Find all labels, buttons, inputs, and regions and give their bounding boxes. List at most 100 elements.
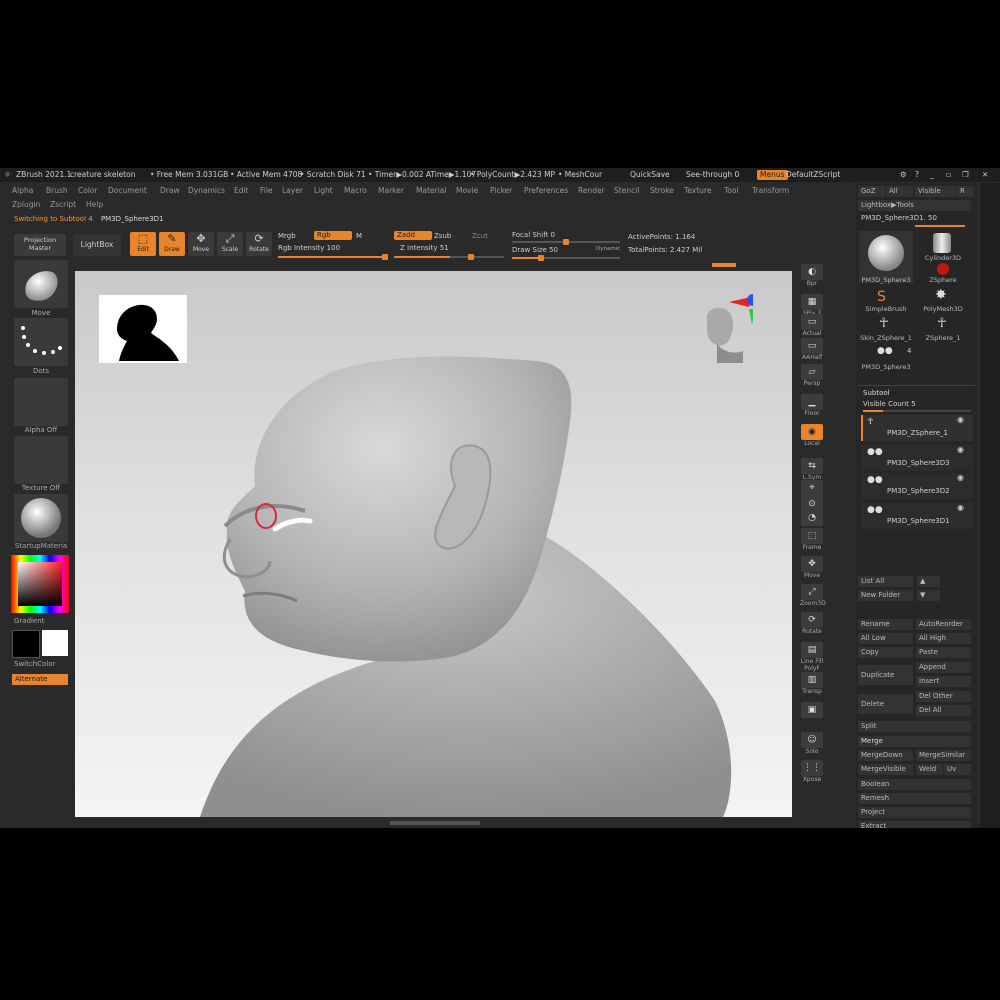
switch-color-button[interactable]: SwitchColor xyxy=(14,660,68,668)
secondary-color-swatch[interactable] xyxy=(42,630,68,656)
auto-reorder-button[interactable]: AutoReorder xyxy=(916,619,971,630)
visible-button[interactable]: Visible xyxy=(915,186,956,197)
rgb-button[interactable]: Rgb xyxy=(314,231,352,240)
alpha-thumb[interactable] xyxy=(14,378,68,426)
visible-count-slider[interactable] xyxy=(863,410,971,412)
append-button[interactable]: Append xyxy=(916,662,971,673)
shelf-button-14[interactable]: ⟳ Rotate xyxy=(800,612,824,635)
paste-button[interactable]: Paste xyxy=(916,647,971,658)
shelf-button-6[interactable]: ◉ Local xyxy=(800,424,824,447)
menu-layer[interactable]: Layer xyxy=(282,186,303,196)
lightbox-tools-button[interactable]: Lightbox▶Tools xyxy=(858,200,971,211)
shelf-button-5[interactable]: ▁ Floor xyxy=(800,394,824,417)
subtool-row[interactable]: ☥ ◉ PM3D_ZSphere_1 xyxy=(861,415,973,441)
zcut-button[interactable]: Zcut xyxy=(472,232,488,241)
edit-button[interactable]: ⬚ Edit xyxy=(130,232,156,256)
menu-movie[interactable]: Movie xyxy=(456,186,478,196)
new-folder-button[interactable]: New Folder xyxy=(858,590,913,601)
insert-button[interactable]: Insert xyxy=(916,676,971,687)
move-brush-thumb[interactable] xyxy=(14,260,68,308)
menu-material[interactable]: Material xyxy=(416,186,446,196)
menu-stencil[interactable]: Stencil xyxy=(614,186,639,196)
menu-tool[interactable]: Tool xyxy=(724,186,739,196)
default-zscript[interactable]: DefaultZScript xyxy=(786,170,840,180)
copy-button[interactable]: Copy xyxy=(858,647,913,658)
r-button[interactable]: R xyxy=(957,186,974,197)
menu-alpha[interactable]: Alpha xyxy=(12,186,33,196)
menu-brush[interactable]: Brush xyxy=(46,186,68,196)
quicksave-button[interactable]: QuickSave xyxy=(630,170,670,180)
scroll-handle[interactable] xyxy=(712,263,736,267)
tool-slider[interactable] xyxy=(915,225,965,227)
mrgb-button[interactable]: Mrgb xyxy=(278,232,296,241)
menus-button[interactable]: Menus xyxy=(757,170,788,180)
menu-preferences[interactable]: Preferences xyxy=(524,186,568,196)
split-section[interactable]: Split xyxy=(858,721,971,732)
zsphere1-icon[interactable]: ☥ xyxy=(937,316,947,331)
shelf-button-12[interactable]: ✥ Move xyxy=(800,556,824,579)
shelf-button-4[interactable]: ▱ Persp xyxy=(800,364,824,387)
menu-transform[interactable]: Transform xyxy=(752,186,789,196)
layout-icon[interactable]: ⚙ xyxy=(900,170,907,180)
menu-render[interactable]: Render xyxy=(578,186,605,196)
menu-marker[interactable]: Marker xyxy=(378,186,404,196)
menu-zscript[interactable]: Zscript xyxy=(50,200,76,210)
simplebrush-icon[interactable]: S xyxy=(877,289,886,305)
shelf-button-3[interactable]: ▭ AAHalf xyxy=(800,338,824,361)
menu-macro[interactable]: Macro xyxy=(344,186,367,196)
weld-button[interactable]: Weld xyxy=(916,764,943,775)
menu-document[interactable]: Document xyxy=(108,186,147,196)
all-low-button[interactable]: All Low xyxy=(858,633,913,644)
project-section[interactable]: Project xyxy=(858,807,971,818)
texture-thumb[interactable] xyxy=(14,436,68,484)
boolean-section[interactable]: Boolean xyxy=(858,779,971,790)
z-intensity-slider[interactable] xyxy=(394,254,504,260)
stroke-thumb[interactable] xyxy=(14,318,68,366)
subtool-dots-icon[interactable]: ●● xyxy=(877,346,893,356)
shelf-button-16[interactable]: ▥ Transp xyxy=(800,672,824,695)
menu-stroke[interactable]: Stroke xyxy=(650,186,674,196)
menu-picker[interactable]: Picker xyxy=(490,186,512,196)
del-all-button[interactable]: Del All xyxy=(916,705,971,716)
menu-draw[interactable]: Draw xyxy=(160,186,180,196)
eye-icon[interactable]: ◉ xyxy=(957,473,964,482)
projection-master-button[interactable]: Projection Master xyxy=(14,234,66,256)
draw-button[interactable]: ✎ Draw xyxy=(159,232,185,256)
uv-button[interactable]: Uv xyxy=(944,764,971,775)
eye-icon[interactable]: ◉ xyxy=(957,503,964,512)
minimize-icon[interactable]: _ xyxy=(930,170,934,180)
shelf-button-10[interactable]: ◔ xyxy=(800,510,824,526)
menu-edit[interactable]: Edit xyxy=(234,186,249,196)
scale-button[interactable]: ⤢ Scale xyxy=(217,232,243,256)
merge-down-button[interactable]: MergeDown xyxy=(858,750,913,761)
restore-icon[interactable]: ▫ xyxy=(946,170,951,180)
material-thumb[interactable] xyxy=(14,494,68,542)
arrow-down-icon[interactable]: ▼ xyxy=(917,590,940,601)
maximize-icon[interactable]: ❐ xyxy=(962,170,969,180)
extract-section[interactable]: Extract xyxy=(858,821,971,828)
lightbox-button[interactable]: LightBox xyxy=(73,234,121,256)
shelf-button-18[interactable]: ☺ Solo xyxy=(800,732,824,755)
close-icon[interactable]: ✕ xyxy=(982,170,988,180)
rename-button[interactable]: Rename xyxy=(858,619,913,630)
see-through-slider[interactable]: See-through 0 xyxy=(686,170,739,180)
m-button[interactable]: M xyxy=(356,232,362,241)
polymesh-icon[interactable]: ✸ xyxy=(935,287,947,303)
move-button[interactable]: ✥ Move xyxy=(188,232,214,256)
eye-icon[interactable]: ◉ xyxy=(957,445,964,454)
shelf-button-0[interactable]: ◐ Bpr xyxy=(800,264,824,287)
menu-help[interactable]: Help xyxy=(86,200,103,210)
shelf-button-15[interactable]: ▤ Line Fill PolyF xyxy=(800,642,824,672)
zsphere-icon[interactable] xyxy=(937,263,949,275)
zsub-button[interactable]: Zsub xyxy=(434,232,451,241)
subtool-row[interactable]: ●● ◉ PM3D_Sphere3D2 xyxy=(861,473,973,499)
rotate-button[interactable]: ⟳ Rotate xyxy=(246,232,272,256)
menu-dynamics[interactable]: Dynamics xyxy=(188,186,225,196)
merge-similar-button[interactable]: MergeSimilar xyxy=(916,750,971,761)
menu-file[interactable]: File xyxy=(260,186,273,196)
focal-shift-slider[interactable] xyxy=(512,239,620,245)
menu-texture[interactable]: Texture xyxy=(684,186,711,196)
bottom-tray-handle[interactable] xyxy=(390,821,480,825)
rgb-intensity-slider[interactable] xyxy=(278,254,388,260)
draw-size-slider[interactable] xyxy=(512,255,620,261)
